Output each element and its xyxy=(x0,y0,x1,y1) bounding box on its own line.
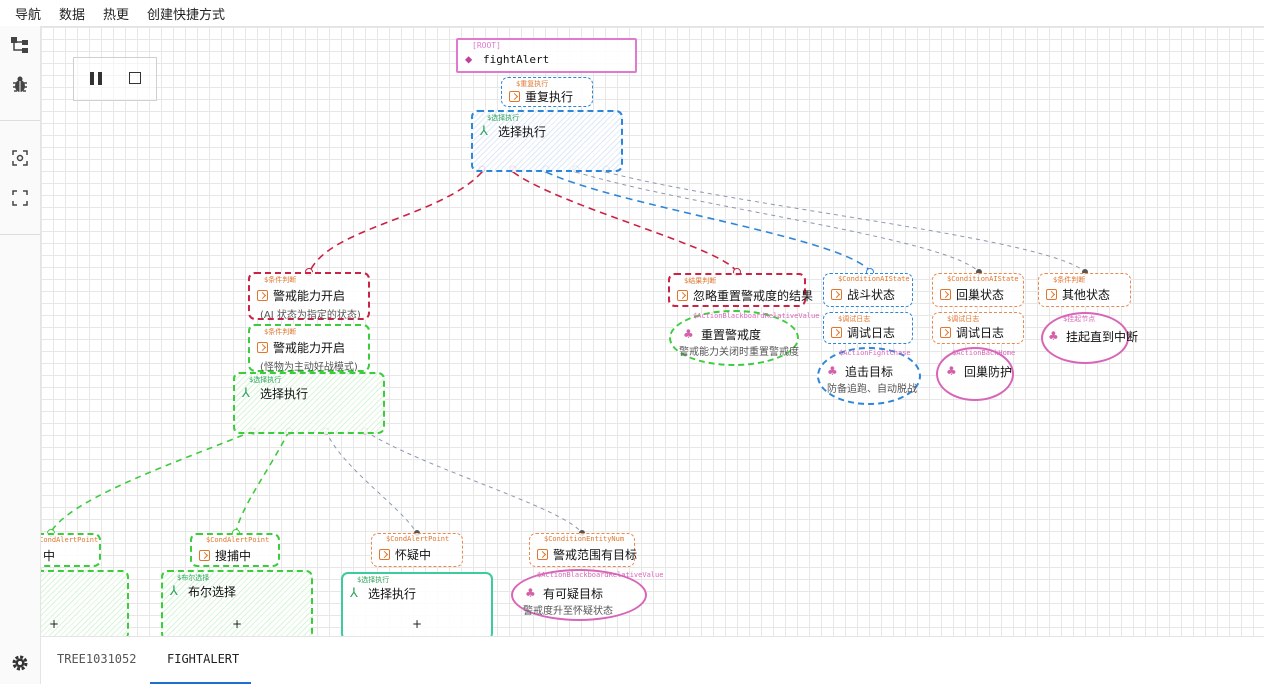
branch-icon: ⅄ xyxy=(350,586,358,601)
bug-icon[interactable] xyxy=(8,73,32,97)
condition-icon xyxy=(1046,289,1057,300)
add-child-icon[interactable]: + xyxy=(412,617,422,631)
add-child-icon[interactable]: + xyxy=(49,617,59,631)
action-icon: ♣ xyxy=(525,586,536,600)
alert-enabled-monster-node[interactable]: $条件判断 警戒能力开启 (怪物为主动好战模式) xyxy=(248,324,370,373)
reset-alert-node[interactable]: $ActionBlackboardRelativeValue ♣ 重置警戒度 警戒… xyxy=(669,310,819,366)
suspicious-target-node[interactable]: $ActionBlackboardRelativeValue ♣ 有可疑目标 警戒… xyxy=(511,569,663,621)
suspicious-node[interactable]: $CondAlertPoint 怀疑中 xyxy=(371,533,463,567)
condition-icon xyxy=(257,342,268,353)
root-icon: ◆ xyxy=(465,52,473,66)
debug-log-node[interactable]: $调试日志 调试日志 xyxy=(932,312,1024,344)
tab-tree1031052[interactable]: TREE1031052 xyxy=(57,652,136,666)
return-defend-node[interactable]: $ActionBackHome ♣ 回巢防护 xyxy=(936,347,1015,401)
menu-data[interactable]: 数据 xyxy=(59,4,85,23)
tab-fightalert[interactable]: FIGHTALERT xyxy=(167,652,239,666)
partial-alert-node[interactable]: $CondAlertPoint 中 xyxy=(41,533,101,567)
action-icon: ♣ xyxy=(827,364,838,378)
playback-controls xyxy=(73,57,157,101)
sidebar xyxy=(0,26,41,684)
select-sub-node[interactable]: $选择执行 ⅄ 选择执行 xyxy=(233,372,385,434)
branch-icon: ⅄ xyxy=(170,584,178,599)
condition-icon xyxy=(940,289,951,300)
add-child-icon[interactable]: + xyxy=(232,617,242,631)
root-node[interactable]: [ROOT] ◆ fightAlert xyxy=(456,38,637,73)
menu-hotupdate[interactable]: 热更 xyxy=(103,4,129,23)
catching-node[interactable]: $CondAlertPoint 搜捕中 xyxy=(190,533,280,567)
ignore-reset-node[interactable]: $结果判断 忽略重置警戒度的结果 xyxy=(668,273,813,307)
pause-button[interactable] xyxy=(90,72,102,85)
return-state-node[interactable]: $ConditionAIState 回巢状态 xyxy=(932,273,1024,307)
battle-state-node[interactable]: $ConditionAIState 战斗状态 xyxy=(823,273,913,307)
tab-bar: TREE1031052 FIGHTALERT xyxy=(41,636,1264,685)
tree-canvas[interactable]: [ROOT] ◆ fightAlert $重复执行 重复执行 $选择执行 ⅄ 选择执… xyxy=(41,27,1264,636)
branch-icon: ⅄ xyxy=(480,124,488,139)
range-target-node[interactable]: $ConditionEntityNum 警戒范围有目标 xyxy=(529,533,637,567)
menu-create-shortcut[interactable]: 创建快捷方式 xyxy=(147,4,225,23)
select-main-node[interactable]: $选择执行 ⅄ 选择执行 xyxy=(471,110,623,172)
suspend-node[interactable]: $挂起节点 ♣ 挂起直到中断 xyxy=(1041,312,1138,364)
action-icon: ♣ xyxy=(946,364,957,378)
condition-icon xyxy=(831,289,842,300)
condition-icon xyxy=(677,290,688,301)
repeat-node[interactable]: $重复执行 重复执行 xyxy=(501,77,593,107)
action-icon xyxy=(940,327,951,338)
sidebar-divider xyxy=(0,120,40,121)
tree-icon[interactable] xyxy=(8,33,32,57)
chase-target-node[interactable]: $ActionFightChase ♣ 追击目标 防备追跑、自动脱战 xyxy=(817,347,921,405)
menu-bar: 导航 数据 热更 创建快捷方式 xyxy=(0,0,1264,27)
branch-icon: ⅄ xyxy=(242,386,250,401)
action-icon: ♣ xyxy=(1048,329,1059,343)
action-icon: ♣ xyxy=(683,327,694,341)
gear-icon[interactable] xyxy=(8,651,32,675)
action-icon xyxy=(509,91,520,102)
focus-icon[interactable] xyxy=(8,146,32,170)
menu-navigate[interactable]: 导航 xyxy=(15,4,41,23)
condition-icon xyxy=(379,549,390,560)
action-icon xyxy=(831,327,842,338)
debug-log-node[interactable]: $调试日志 调试日志 xyxy=(823,312,913,344)
condition-icon xyxy=(199,550,210,561)
stop-button[interactable] xyxy=(129,72,141,84)
fullscreen-icon[interactable] xyxy=(8,186,32,210)
condition-icon xyxy=(537,549,548,560)
condition-icon xyxy=(257,290,268,301)
alert-enabled-ai-node[interactable]: $条件判断 警戒能力开启 (AI 状态为指定的状态) xyxy=(248,272,370,321)
sidebar-divider xyxy=(0,234,40,235)
other-state-node[interactable]: $条件判断 其他状态 xyxy=(1038,273,1131,307)
